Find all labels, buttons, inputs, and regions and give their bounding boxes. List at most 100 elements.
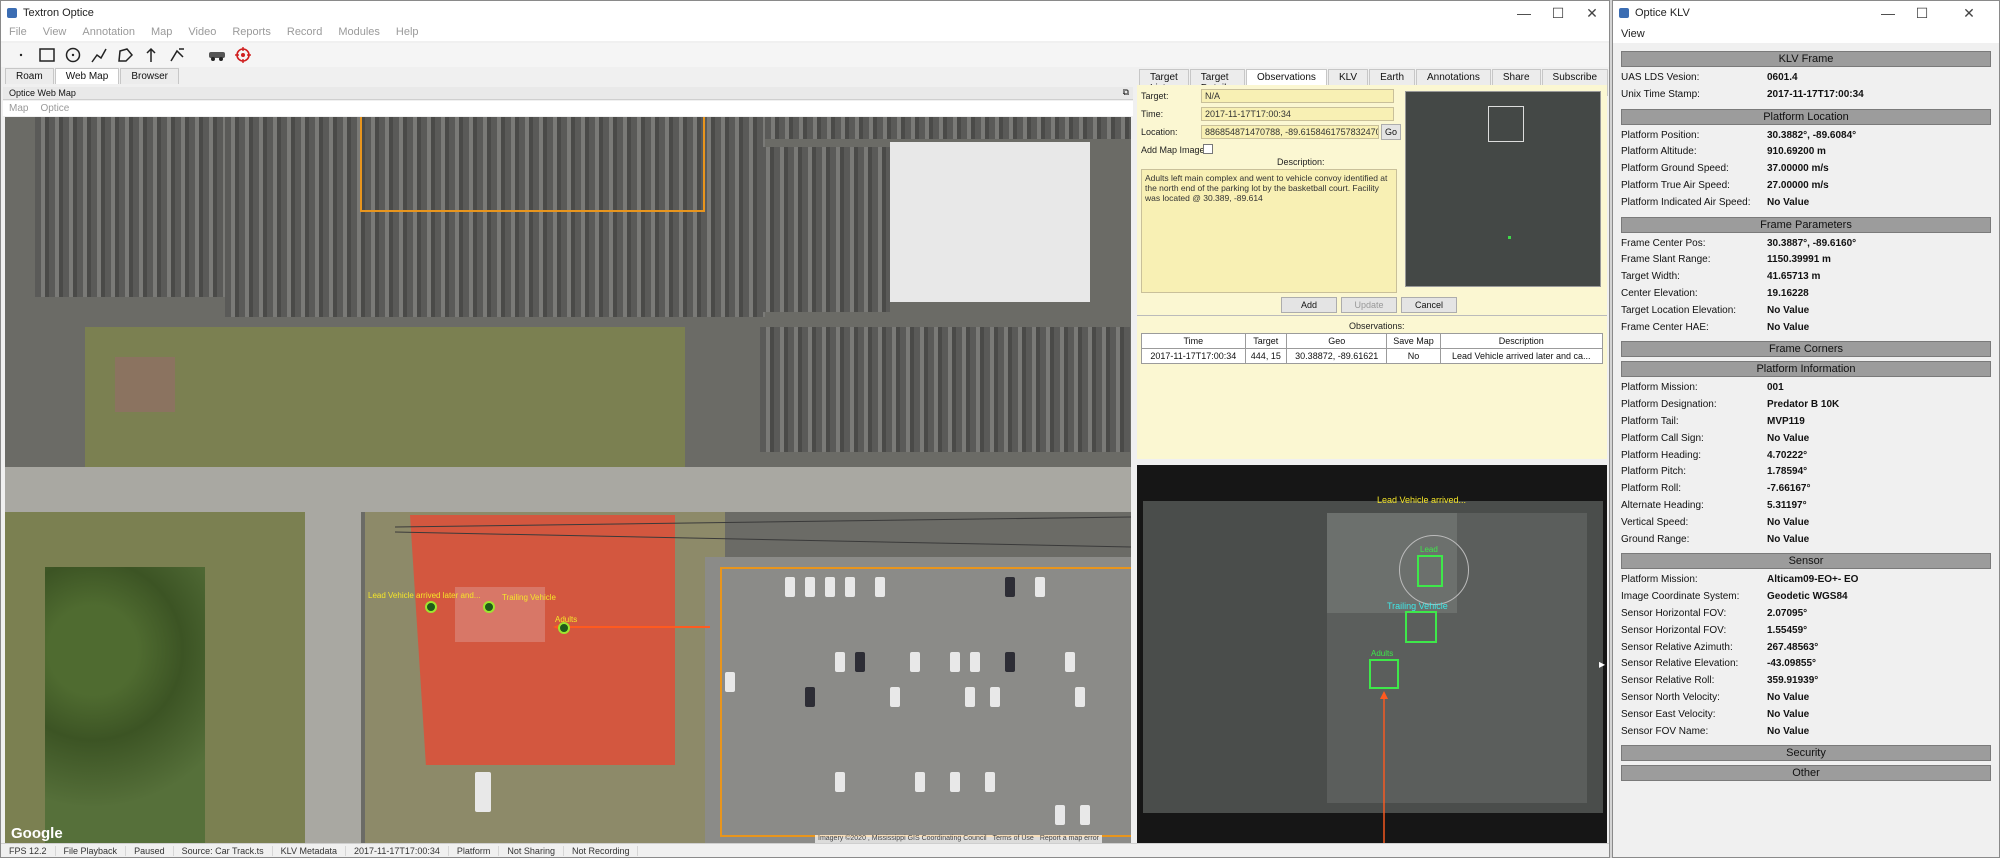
tab-roam[interactable]: Roam bbox=[5, 68, 54, 84]
column-header-save-map[interactable]: Save Map bbox=[1386, 333, 1441, 349]
klv-key: Sensor North Velocity: bbox=[1621, 692, 1720, 703]
klv-key: Platform Indicated Air Speed: bbox=[1621, 196, 1751, 208]
thumbnail-frame-box bbox=[1488, 106, 1524, 142]
klv-section-other[interactable]: Other bbox=[1621, 765, 1991, 782]
table-cell: 2017-11-17T17:00:34 bbox=[1141, 348, 1246, 364]
minimize-icon[interactable]: — bbox=[1507, 1, 1541, 25]
pointer-icon[interactable] bbox=[11, 45, 31, 65]
menu-video[interactable]: Video bbox=[180, 26, 224, 38]
map-label-lead-vehicle: Lead Vehicle arrived later and... bbox=[368, 591, 481, 600]
table-row[interactable]: 2017-11-17T17:00:34 444, 15 30.38872, -89.… bbox=[1141, 348, 1603, 364]
map-marker-lead[interactable] bbox=[425, 601, 437, 613]
klv-value: 4.70222° bbox=[1767, 449, 1808, 461]
menu-map[interactable]: Map bbox=[143, 26, 180, 38]
tab-web-map[interactable]: Web Map bbox=[54, 68, 120, 84]
klv-section-security[interactable]: Security bbox=[1621, 745, 1991, 762]
menu-record[interactable]: Record bbox=[279, 26, 330, 38]
klv-close-icon[interactable]: ✕ bbox=[1939, 1, 1999, 25]
video-player[interactable]: Lead Vehicle arrived... Lead Trailing Ve… bbox=[1137, 465, 1607, 847]
tab-browser[interactable]: Browser bbox=[120, 68, 179, 84]
vehicle-icon[interactable] bbox=[207, 45, 227, 65]
menu-help[interactable]: Help bbox=[388, 26, 427, 38]
status-item: File Playback bbox=[56, 845, 127, 856]
klv-key: Platform Ground Speed: bbox=[1621, 163, 1729, 175]
status-item: FPS 12.2 bbox=[1, 845, 56, 856]
klv-value: 27.00000 m/s bbox=[1767, 180, 1829, 191]
update-button[interactable]: Update bbox=[1341, 297, 1397, 313]
map-marker-trailing[interactable] bbox=[483, 601, 495, 613]
klv-key: Platform Mission: bbox=[1621, 382, 1698, 394]
klv-section-frame-parameters[interactable]: Frame Parameters bbox=[1621, 216, 1991, 233]
klv-value: No Value bbox=[1767, 725, 1810, 737]
klv-titlebar: Optice KLV — ☐ ✕ bbox=[1613, 1, 1999, 25]
main-window-title: Textron Optice bbox=[23, 7, 94, 19]
klv-value: 1150.39991 m bbox=[1767, 254, 1831, 266]
maximize-icon[interactable]: ☐ bbox=[1541, 1, 1575, 25]
klv-value: MVP119 bbox=[1767, 416, 1805, 427]
video-label-adults: Adults bbox=[1371, 649, 1394, 658]
status-item: Paused bbox=[126, 845, 174, 856]
rectangle-icon[interactable] bbox=[37, 45, 57, 65]
status-item: KLV Metadata bbox=[273, 845, 346, 856]
klv-key: Platform True Air Speed: bbox=[1621, 180, 1730, 191]
description-textarea[interactable]: Adults left main complex and went to veh… bbox=[1141, 169, 1397, 293]
status-item: Platform bbox=[449, 845, 500, 856]
klv-menu-view[interactable]: View bbox=[1613, 28, 1653, 40]
klv-value: Geodetic WGS84 bbox=[1767, 591, 1848, 603]
submenu-optice[interactable]: Optice bbox=[34, 103, 75, 114]
add-button[interactable]: Add bbox=[1281, 297, 1337, 313]
video-label-trailing: Trailing Vehicle bbox=[1387, 601, 1448, 611]
menu-view[interactable]: View bbox=[35, 26, 75, 38]
klv-minimize-icon[interactable]: — bbox=[1871, 1, 1905, 25]
location-field[interactable]: 886854871470788, -89.6158461757832470 bbox=[1201, 125, 1379, 139]
klv-section-platform-information[interactable]: Platform Information bbox=[1621, 361, 1991, 378]
menu-annotation[interactable]: Annotation bbox=[74, 26, 143, 38]
undock-icon[interactable]: ⧉ bbox=[1123, 87, 1129, 98]
status-item: Not Recording bbox=[564, 845, 639, 856]
klv-key: Platform Pitch: bbox=[1621, 466, 1687, 478]
klv-section-klv-frame[interactable]: KLV Frame bbox=[1621, 51, 1991, 67]
circle-icon[interactable] bbox=[63, 45, 83, 65]
column-header-description[interactable]: Description bbox=[1439, 333, 1603, 349]
target-icon[interactable] bbox=[233, 45, 253, 65]
column-header-geo[interactable]: Geo bbox=[1285, 333, 1388, 349]
arrow-icon[interactable] bbox=[141, 45, 161, 65]
klv-section-sensor[interactable]: Sensor bbox=[1621, 553, 1991, 570]
klv-key: Platform Tail: bbox=[1621, 416, 1679, 427]
add-map-image-checkbox[interactable] bbox=[1203, 144, 1213, 154]
polygon-icon[interactable] bbox=[115, 45, 135, 65]
measure-icon[interactable] bbox=[167, 45, 187, 65]
klv-metadata-panel: KLV Frame UAS LDS Vesion: 0601.4 Unix Time … bbox=[1613, 45, 1999, 857]
submenu-map[interactable]: Map bbox=[3, 103, 34, 114]
cancel-button[interactable]: Cancel bbox=[1401, 297, 1457, 313]
klv-key: Frame Center Pos: bbox=[1621, 237, 1706, 249]
klv-key: Platform Roll: bbox=[1621, 483, 1682, 495]
klv-key: Center Elevation: bbox=[1621, 288, 1698, 299]
klv-value: No Value bbox=[1767, 321, 1810, 333]
location-label: Location: bbox=[1141, 127, 1178, 137]
klv-section-frame-corners[interactable]: Frame Corners bbox=[1621, 341, 1991, 358]
go-button[interactable]: Go bbox=[1381, 124, 1401, 140]
menu-modules[interactable]: Modules bbox=[330, 26, 388, 38]
status-item: 2017-11-17T17:00:34 bbox=[346, 845, 449, 856]
polyline-icon[interactable] bbox=[89, 45, 109, 65]
column-header-target[interactable]: Target bbox=[1244, 333, 1287, 349]
klv-value: -43.09855° bbox=[1767, 658, 1817, 670]
menu-reports[interactable]: Reports bbox=[224, 26, 279, 38]
target-field[interactable]: N/A bbox=[1201, 89, 1394, 103]
column-header-time[interactable]: Time bbox=[1141, 333, 1246, 349]
klv-maximize-icon[interactable]: ☐ bbox=[1905, 1, 1939, 25]
klv-value: 41.65713 m bbox=[1767, 271, 1821, 283]
add-map-image-label: Add Map Image: bbox=[1141, 145, 1208, 155]
klv-value: 910.69200 m bbox=[1767, 146, 1826, 158]
klv-key: Sensor East Velocity: bbox=[1621, 708, 1716, 720]
klv-value: -7.66167° bbox=[1767, 483, 1811, 495]
klv-value: No Value bbox=[1767, 432, 1810, 444]
menu-file[interactable]: File bbox=[1, 26, 35, 38]
video-next-icon[interactable]: ▸ bbox=[1599, 657, 1605, 671]
web-map[interactable]: Lead Vehicle arrived later and... Traili… bbox=[5, 117, 1131, 845]
close-icon[interactable]: ✕ bbox=[1575, 1, 1609, 25]
time-field[interactable]: 2017-11-17T17:00:34 bbox=[1201, 107, 1394, 121]
klv-section-platform-location[interactable]: Platform Location bbox=[1621, 108, 1991, 125]
klv-value: No Value bbox=[1767, 516, 1810, 528]
